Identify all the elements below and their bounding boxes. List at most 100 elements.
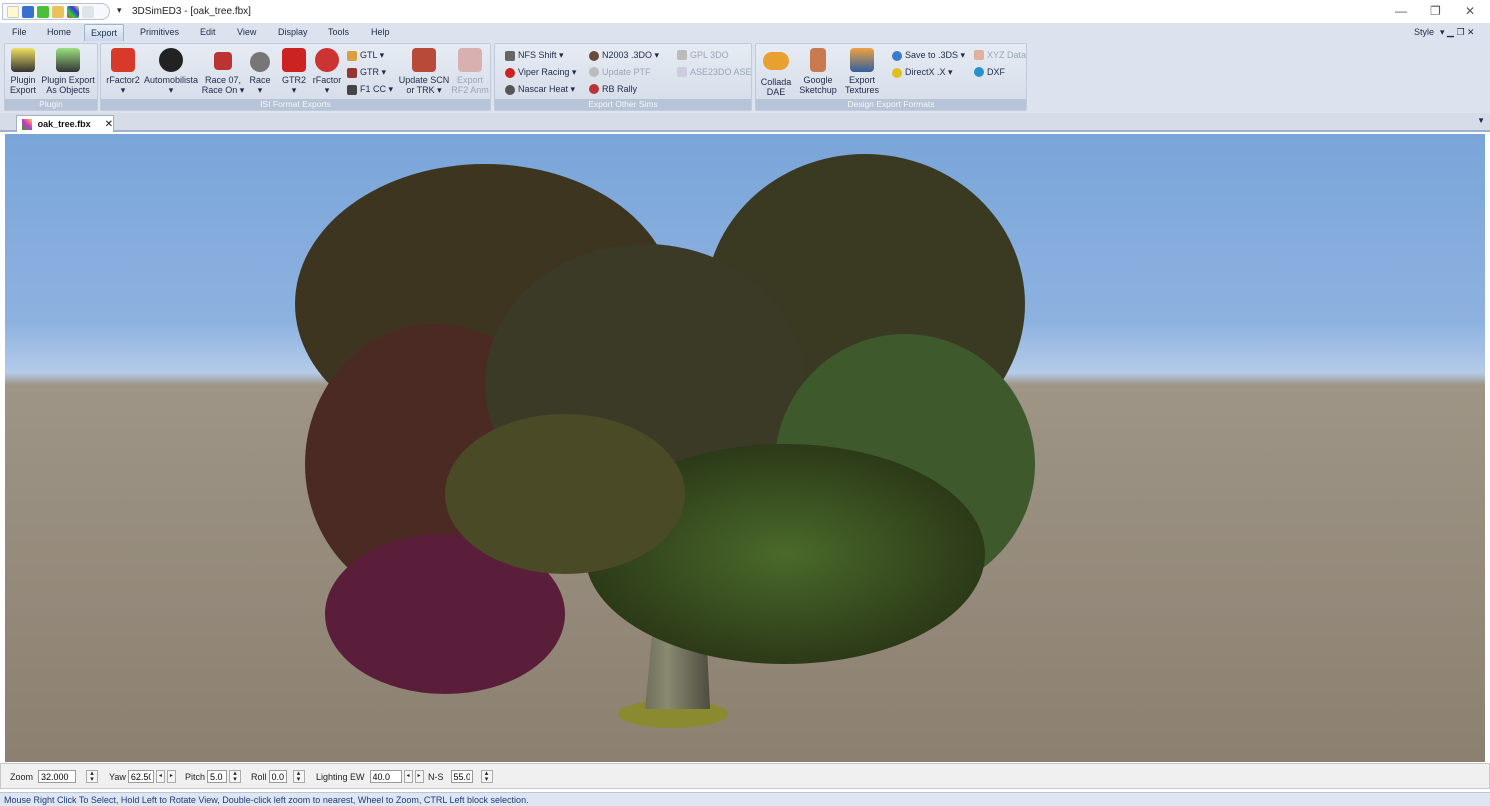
xyz-data-button[interactable]: XYZ Data bbox=[974, 50, 1026, 60]
tab-edit[interactable]: Edit bbox=[200, 27, 216, 37]
lighting-ew-input[interactable] bbox=[369, 770, 402, 783]
close-tab-icon[interactable]: ✕ bbox=[105, 119, 113, 130]
n2003-icon bbox=[589, 50, 599, 61]
tab-file[interactable]: File bbox=[12, 27, 27, 37]
document-tab[interactable]: oak_tree.fbx ✕ bbox=[16, 115, 114, 132]
update-ptf-button[interactable]: Update PTF bbox=[589, 67, 651, 77]
export-rf2-anm-button[interactable]: Export RF2 Anm bbox=[451, 48, 489, 95]
dxf-button[interactable]: DXF bbox=[974, 67, 1005, 77]
undo-icon[interactable] bbox=[22, 6, 34, 18]
n2003-3do-button[interactable]: N2003 .3DO ▾ bbox=[589, 50, 659, 61]
race07-button[interactable]: Race 07, Race On ▾ bbox=[201, 48, 245, 95]
save-3ds-button[interactable]: Save to .3DS ▾ bbox=[892, 50, 965, 61]
style-menu[interactable]: Style bbox=[1414, 27, 1434, 37]
viper-racing-button[interactable]: Viper Racing ▾ bbox=[505, 67, 576, 78]
xyz-icon bbox=[974, 50, 984, 60]
plugin-icon bbox=[11, 48, 35, 72]
pitch-input[interactable] bbox=[207, 770, 228, 783]
rf2-anm-icon bbox=[458, 48, 482, 72]
update-ptf-icon bbox=[589, 67, 599, 77]
rfactor-button[interactable]: rFactor ▾ bbox=[311, 48, 343, 95]
yaw-label: Yaw bbox=[109, 771, 126, 782]
update-scn-button[interactable]: Update SCN or TRK ▾ bbox=[397, 48, 451, 95]
gpl-3do-button[interactable]: GPL 3DO bbox=[677, 50, 729, 60]
google-sketchup-button[interactable]: Google Sketchup bbox=[796, 48, 840, 95]
automobilista-icon bbox=[159, 48, 183, 72]
gtr-button[interactable]: GTR ▾ bbox=[347, 67, 386, 78]
tab-view[interactable]: View bbox=[237, 27, 256, 37]
plugin-export-objects-button[interactable]: Plugin Export As Objects bbox=[39, 48, 97, 95]
collada-dae-button[interactable]: Collada DAE bbox=[758, 48, 794, 97]
3d-viewport[interactable] bbox=[5, 134, 1485, 762]
plugin-export-button[interactable]: Plugin Export bbox=[7, 48, 39, 95]
title-bar: ▾ 3DSimED3 - [oak_tree.fbx] — ❐ ✕ bbox=[0, 0, 1490, 22]
ns-input[interactable] bbox=[450, 770, 473, 783]
zoom-spinner[interactable]: ▴ ▾ bbox=[86, 770, 99, 783]
roll-spinner[interactable]: ▴ ▾ bbox=[292, 770, 305, 783]
tab-export[interactable]: Export bbox=[84, 24, 125, 41]
tab-primitives[interactable]: Primitives bbox=[140, 27, 179, 37]
redo-icon[interactable] bbox=[37, 6, 49, 18]
ase-icon bbox=[677, 67, 687, 77]
tab-tools[interactable]: Tools bbox=[328, 27, 349, 37]
document-tabs: oak_tree.fbx ✕ ▼ bbox=[0, 113, 1490, 132]
nascar-heat-icon bbox=[505, 84, 515, 95]
rfactor2-button[interactable]: rFactor2 ▾ bbox=[103, 48, 143, 95]
group-label: Export Other Sims bbox=[495, 99, 751, 110]
group-isi-format-exports: rFactor2 ▾ Automobilista ▾ Race 07, Race O… bbox=[100, 43, 491, 111]
update-scn-icon bbox=[412, 48, 436, 72]
zoom-input[interactable] bbox=[38, 770, 77, 783]
lighting-left-arrow[interactable]: ◂ bbox=[403, 770, 413, 783]
lighting-right-arrow[interactable]: ▸ bbox=[414, 770, 424, 783]
yaw-right-arrow[interactable]: ▸ bbox=[166, 770, 176, 783]
gtl-button[interactable]: GTL ▾ bbox=[347, 50, 384, 61]
rfactor2-icon bbox=[111, 48, 135, 72]
gtr2-icon bbox=[282, 48, 306, 72]
dxf-icon bbox=[974, 67, 984, 77]
ns-spinner[interactable]: ▴ ▾ bbox=[480, 770, 493, 783]
yaw-left-arrow[interactable]: ◂ bbox=[155, 770, 165, 783]
sketchup-icon bbox=[810, 48, 826, 72]
yaw-input[interactable] bbox=[127, 770, 154, 783]
nfs-shift-button[interactable]: NFS Shift ▾ bbox=[505, 50, 564, 61]
pitch-label: Pitch bbox=[185, 771, 206, 782]
texture-icon[interactable] bbox=[67, 6, 79, 18]
tab-home[interactable]: Home bbox=[47, 27, 71, 37]
directx-button[interactable]: DirectX .X ▾ bbox=[892, 67, 953, 78]
gpl-3do-icon bbox=[677, 50, 687, 60]
race-button[interactable]: Race ▾ bbox=[247, 48, 273, 95]
window-title: 3DSimED3 - [oak_tree.fbx] bbox=[132, 6, 251, 17]
group-plugin: Plugin Export Plugin Export As Objects P… bbox=[4, 43, 98, 111]
export-textures-button[interactable]: Export Textures bbox=[842, 48, 882, 95]
roll-input[interactable] bbox=[268, 770, 287, 783]
new-icon[interactable] bbox=[7, 6, 19, 18]
copy-icon[interactable] bbox=[82, 6, 94, 18]
tab-display[interactable]: Display bbox=[278, 27, 308, 37]
quick-access-toolbar bbox=[2, 3, 110, 20]
race-icon bbox=[250, 52, 270, 72]
plugin-objects-icon bbox=[56, 48, 80, 72]
gtl-icon bbox=[347, 50, 357, 61]
group-label: Plugin bbox=[5, 99, 97, 110]
zoom-label: Zoom bbox=[10, 771, 34, 782]
nascar-heat-button[interactable]: Nascar Heat ▾ bbox=[505, 84, 575, 95]
restore-icon[interactable]: ❐ bbox=[1430, 4, 1441, 18]
gtr2-button[interactable]: GTR2 ▾ bbox=[279, 48, 309, 95]
pitch-spinner[interactable]: ▴ ▾ bbox=[229, 770, 242, 783]
open-folder-icon[interactable] bbox=[52, 6, 64, 18]
customize-qat-icon[interactable]: ▾ bbox=[117, 5, 122, 16]
gtr-icon bbox=[347, 67, 357, 78]
ase23do-button[interactable]: ASE23DO ASE bbox=[677, 67, 752, 77]
minimize-icon[interactable]: — bbox=[1395, 4, 1407, 18]
group-label: ISI Format Exports bbox=[101, 99, 490, 110]
tab-list-icon[interactable]: ▼ bbox=[1477, 116, 1485, 125]
automobilista-button[interactable]: Automobilista ▾ bbox=[143, 48, 199, 95]
oak-tree-model bbox=[295, 154, 1035, 728]
close-icon[interactable]: ✕ bbox=[1465, 4, 1475, 18]
tab-help[interactable]: Help bbox=[371, 27, 390, 37]
rb-rally-button[interactable]: RB Rally bbox=[589, 84, 637, 94]
f1cc-button[interactable]: F1 CC ▾ bbox=[347, 84, 393, 95]
style-controls[interactable]: ▾ ▁ ❐ ✕ bbox=[1440, 27, 1475, 38]
directx-icon bbox=[892, 67, 902, 78]
rb-rally-icon bbox=[589, 84, 599, 94]
